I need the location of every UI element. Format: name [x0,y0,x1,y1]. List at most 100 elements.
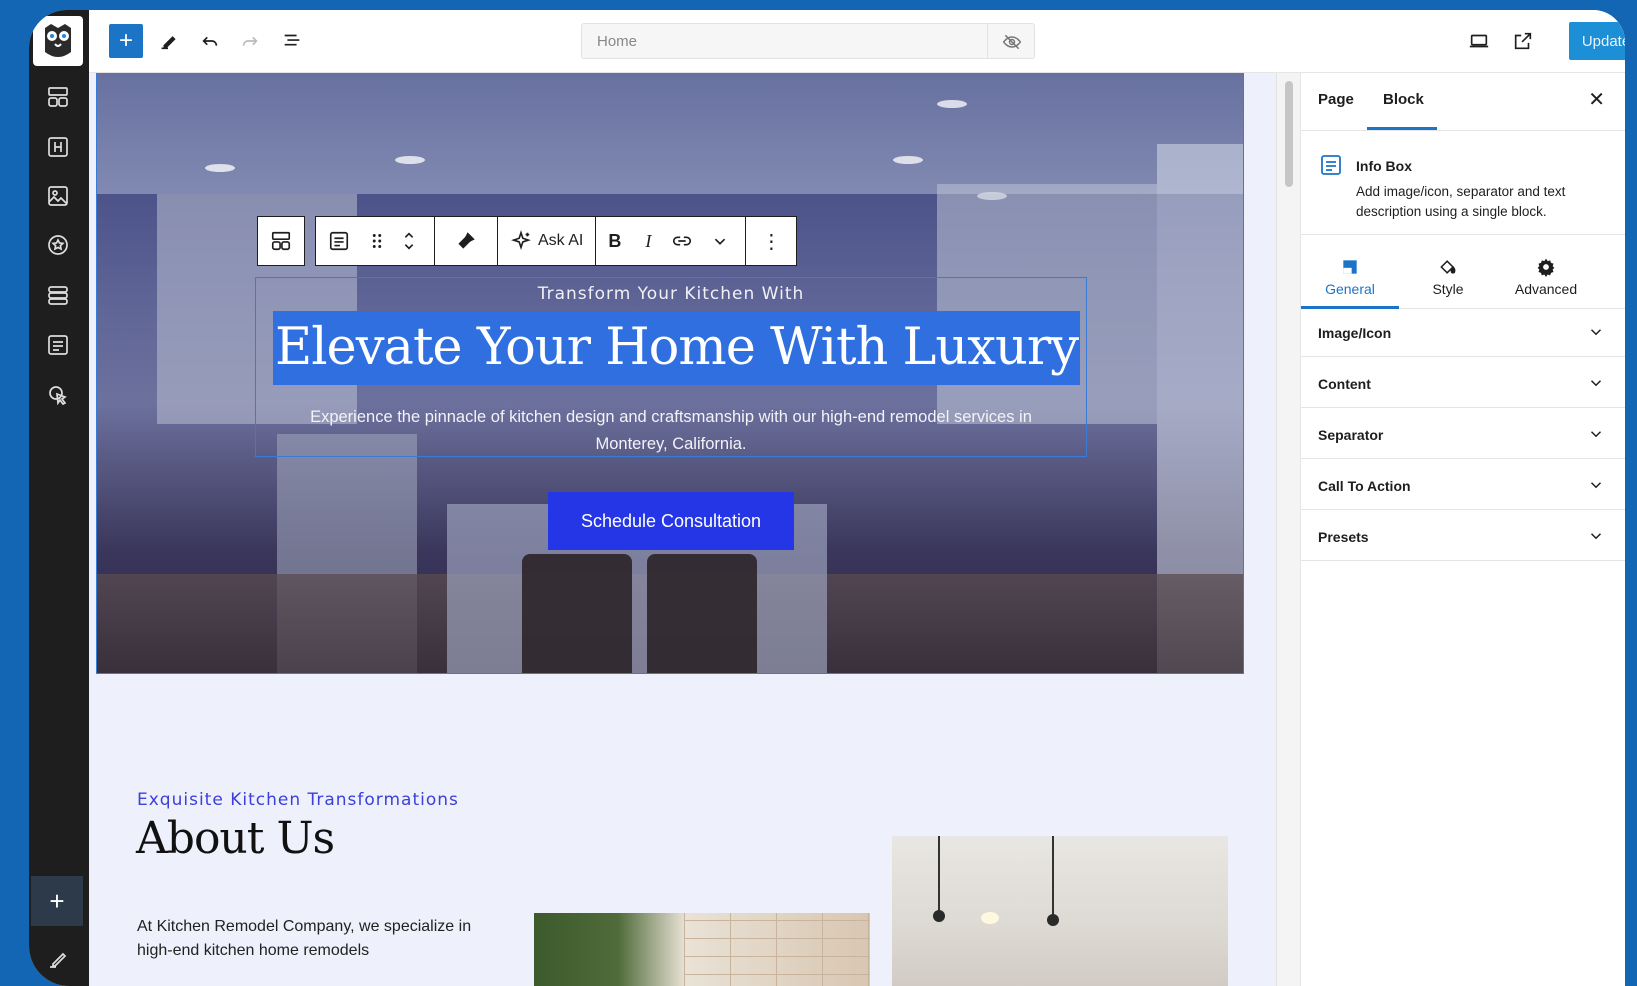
move-up-down-icon[interactable] [392,217,434,265]
tab-block[interactable]: Block [1383,91,1424,108]
active-tab-indicator [1367,127,1437,130]
block-options-kebab-icon[interactable]: ⋮ [746,217,796,265]
heading-block-icon[interactable] [43,132,73,162]
hero-subtitle[interactable]: Transform Your Kitchen With [97,284,1243,304]
chevron-down-icon [1590,380,1602,387]
close-settings-icon[interactable]: ✕ [1588,87,1605,112]
block-description: Add image/icon, separator and text descr… [1356,184,1566,219]
visibility-off-icon[interactable] [1002,32,1022,52]
about-image-kitchen-plants[interactable] [534,913,870,986]
tab-general[interactable]: General [1301,245,1399,309]
bold-button[interactable]: B [596,217,633,265]
about-title[interactable]: About Us [136,813,335,864]
document-title: Home [597,33,638,50]
hero-title[interactable]: Elevate Your Home With Luxury [273,311,1081,385]
gear-icon [1537,258,1555,277]
tab-style-label: Style [1432,281,1464,297]
more-formats-chevron-icon[interactable] [701,217,745,265]
tab-page[interactable]: Page [1318,91,1354,108]
chevron-down-icon [1590,431,1602,438]
hero-section[interactable]: Ask AI B I ⋮ Transform Your Kitchen With… [96,73,1244,674]
ask-ai-label: Ask AI [538,232,584,249]
chevron-down-icon [1590,329,1602,336]
star-badge-icon[interactable] [43,230,73,260]
info-box-block-icon [1321,155,1341,175]
pendant-cord [938,836,940,912]
tab-general-label: General [1325,281,1375,297]
panel-separator[interactable]: Separator [1301,411,1625,459]
hero-bg-ceiling [97,74,1243,194]
document-overview-icon[interactable] [275,24,309,58]
paint-bucket-icon [1440,260,1456,274]
top-toolbar: + Home Update ⋮ [89,10,1625,73]
brick-wall-texture [684,913,870,986]
block-toolbar-format: B I [596,216,747,266]
ceiling-light [981,912,999,924]
schedule-consultation-button[interactable]: Schedule Consultation [548,492,794,550]
hero-description[interactable]: Experience the pinnacle of kitchen desig… [277,404,1065,458]
hero-bg-light [205,164,235,172]
info-box-block-icon[interactable] [316,217,362,265]
block-card: Info Box Add image/icon, separator and t… [1301,131,1625,235]
hero-bg-stool [647,554,757,673]
panel-call-to-action[interactable]: Call To Action [1301,462,1625,510]
ask-ai-button[interactable]: Ask AI [498,217,595,265]
document-bar[interactable]: Home [581,23,1035,59]
block-toolbar: Ask AI B I ⋮ [257,216,798,266]
patterns-icon[interactable] [43,82,73,112]
block-toolbar-ai: Ask AI [498,216,597,266]
edit-pencil-icon[interactable] [43,944,73,974]
tab-advanced-label: Advanced [1514,281,1578,297]
block-toolbar-options: ⋮ [746,216,798,266]
sparkle-icon [511,230,531,251]
hero-bg-stool [522,554,632,673]
about-image-pendant-lights[interactable] [892,836,1228,986]
image-block-icon[interactable] [43,181,73,211]
stack-block-icon[interactable] [43,280,73,310]
about-kicker[interactable]: Exquisite Kitchen Transformations [137,790,459,810]
panel-image-icon[interactable]: Image/Icon [1301,309,1625,357]
patterns-icon [271,231,291,251]
chevron-down-icon [1590,482,1602,489]
drag-handle-icon[interactable] [362,217,392,265]
hero-bg-light [395,156,425,164]
pendant-lamp [933,910,945,922]
panel-content[interactable]: Content [1301,360,1625,408]
block-toolbar-style [435,216,498,266]
panel-content-label: Content [1318,376,1371,392]
hero-bg-light [937,100,967,108]
general-settings-icon [1343,260,1357,274]
hero-bg-light [893,156,923,164]
redo-icon[interactable] [233,24,267,58]
update-button[interactable]: Update [1569,22,1625,60]
tab-advanced[interactable]: Advanced [1497,245,1595,309]
left-sidebar: + [29,10,89,986]
block-inserter-button[interactable]: + [109,24,143,58]
panel-separator-label: Separator [1318,427,1384,443]
brush-icon[interactable] [435,217,497,265]
pendant-lamp [1047,914,1059,926]
view-page-external-icon[interactable] [1506,24,1540,58]
tab-style[interactable]: Style [1399,245,1497,309]
pendant-cord [1052,836,1054,916]
canvas-scrollbar[interactable] [1277,73,1301,986]
italic-button[interactable]: I [633,217,663,265]
tools-pencil-icon[interactable] [151,24,185,58]
site-logo[interactable] [33,16,83,66]
scrollbar-thumb[interactable] [1285,81,1293,187]
link-icon[interactable] [663,217,701,265]
settings-tabs: Page Block ✕ [1301,73,1625,131]
panel-presets[interactable]: Presets [1301,513,1625,561]
undo-icon[interactable] [193,24,227,58]
info-box-block-icon[interactable] [43,330,73,360]
preview-device-icon[interactable] [1462,24,1496,58]
cursor-click-icon[interactable] [43,380,73,410]
add-block-icon[interactable]: + [31,876,83,926]
panel-presets-label: Presets [1318,529,1369,545]
about-body[interactable]: At Kitchen Remodel Company, we specializ… [137,915,497,963]
parent-block-selector[interactable] [257,216,305,266]
plus-icon: + [118,27,133,54]
inspector-tabs: General Style Advanced [1301,245,1625,309]
panel-image-icon-label: Image/Icon [1318,325,1392,341]
panel-call-to-action-label: Call To Action [1318,478,1411,494]
